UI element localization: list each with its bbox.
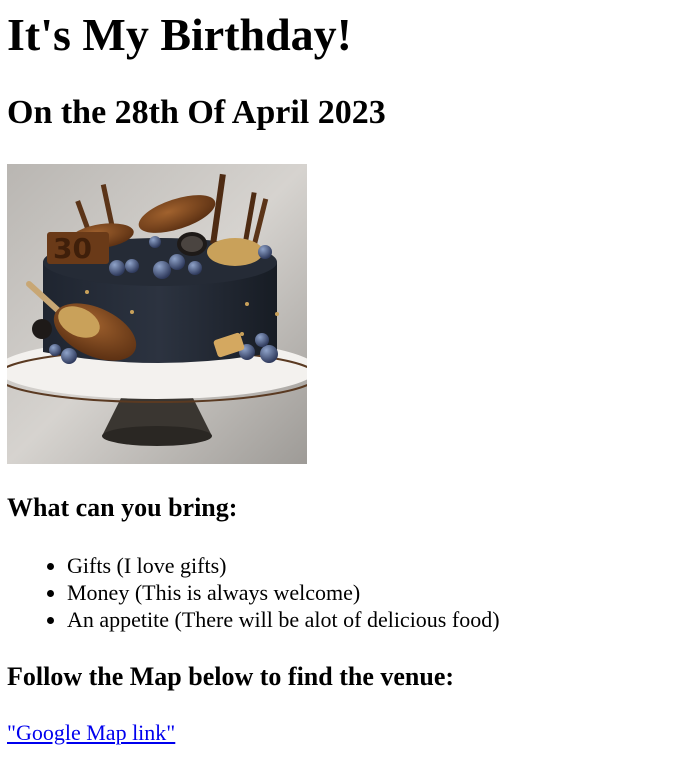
bring-section-title: What can you bring: <box>7 493 238 522</box>
list-item: An appetite (There will be alot of delic… <box>67 606 500 633</box>
page-title: It's My Birthday! <box>7 9 352 60</box>
cake-number-topper: 30 <box>53 232 92 265</box>
bring-list: Gifts (I love gifts) Money (This is alwa… <box>0 552 500 633</box>
date-heading: On the 28th Of April 2023 <box>7 94 386 131</box>
map-section-title: Follow the Map below to find the venue: <box>7 662 455 691</box>
list-item: Gifts (I love gifts) <box>67 552 500 579</box>
list-item: Money (This is always welcome) <box>67 579 500 606</box>
google-map-link[interactable]: "Google Map link" <box>7 720 175 746</box>
birthday-cake-image: 30 <box>7 164 307 464</box>
page: It's My Birthday! On the 28th Of April 2… <box>0 0 685 759</box>
